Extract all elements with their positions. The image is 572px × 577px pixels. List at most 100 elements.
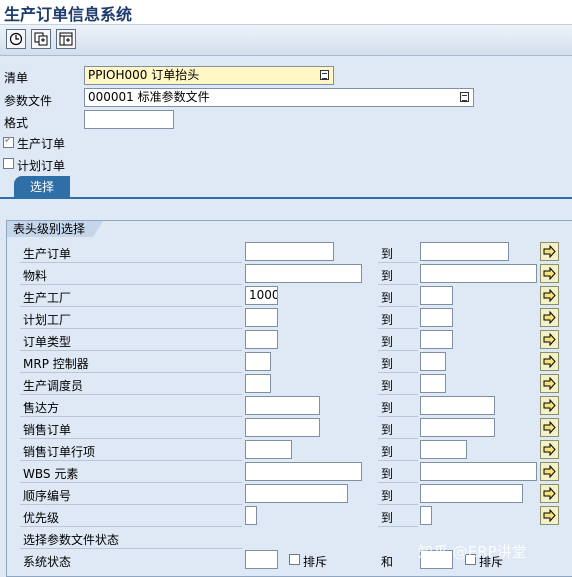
multiple-selection-arrow-icon[interactable]	[540, 242, 559, 261]
wbs-element-from-input[interactable]	[245, 462, 362, 481]
wbs-element-to-input[interactable]	[420, 462, 537, 481]
to-underline	[378, 482, 418, 483]
sales-order-to-input[interactable]	[420, 418, 495, 437]
multiple-selection-arrow-icon[interactable]	[540, 462, 559, 481]
window-title: 生产订单信息系统	[4, 5, 133, 24]
mrp-controller-to-input[interactable]	[420, 352, 446, 371]
selection-profile-status-input[interactable]	[245, 528, 340, 547]
row-label-material: 物料	[23, 269, 48, 283]
to-label: 到	[381, 511, 394, 525]
list-field[interactable]: PPIOH000 订单抬头	[84, 66, 334, 85]
mrp-controller-from-input[interactable]	[245, 352, 271, 371]
row-underline	[20, 372, 242, 373]
to-underline	[378, 460, 418, 461]
tab-selection[interactable]: 选择	[14, 176, 70, 198]
application-toolbar	[0, 25, 572, 56]
planned-order-checkbox-label: 计划订单	[17, 159, 66, 173]
row-label-production-order: 生产订单	[23, 247, 72, 261]
planning-plant-from-input[interactable]	[245, 308, 278, 327]
row-underline	[20, 504, 242, 505]
planning-plant-to-input[interactable]	[420, 308, 453, 327]
production-scheduler-from-input[interactable]	[245, 374, 271, 393]
value-help-icon[interactable]	[320, 70, 329, 80]
row-underline	[20, 526, 242, 527]
to-underline	[378, 416, 418, 417]
exclude-checkbox[interactable]	[289, 554, 300, 565]
multiple-selection-arrow-icon[interactable]	[540, 308, 559, 327]
group-title: 表头级别选择	[7, 221, 103, 237]
execute-icon[interactable]	[6, 29, 26, 49]
dynamic-selection-icon[interactable]	[56, 29, 76, 49]
to-underline	[378, 350, 418, 351]
row-underline	[20, 548, 242, 549]
to-label: 到	[381, 489, 394, 503]
row-label-production-scheduler: 生产调度员	[23, 379, 84, 393]
planned-order-checkbox[interactable]	[3, 158, 14, 169]
production-plant-to-input[interactable]	[420, 286, 453, 305]
multiple-selection-arrow-icon[interactable]	[540, 440, 559, 459]
to-label: 到	[381, 313, 394, 327]
sequence-number-to-input[interactable]	[420, 484, 523, 503]
and-label: 和	[381, 555, 394, 569]
watermark: 知乎 @ERP讲堂	[418, 543, 527, 561]
multiple-selection-arrow-icon[interactable]	[540, 418, 559, 437]
row-underline	[20, 482, 242, 483]
to-label: 到	[381, 269, 394, 283]
profile-value: 000001 标准参数文件	[88, 90, 210, 104]
production-scheduler-to-input[interactable]	[420, 374, 446, 393]
sales-order-item-from-input[interactable]	[245, 440, 292, 459]
row-underline	[20, 328, 242, 329]
to-underline	[378, 394, 418, 395]
multiple-selection-arrow-icon[interactable]	[540, 396, 559, 415]
to-label: 到	[381, 247, 394, 261]
to-label: 到	[381, 423, 394, 437]
multiple-selection-arrow-icon[interactable]	[540, 352, 559, 371]
sold-to-party-from-input[interactable]	[245, 396, 320, 415]
variant-icon[interactable]	[31, 29, 51, 49]
layout-field[interactable]	[84, 110, 174, 129]
layout-label: 格式	[4, 116, 29, 130]
multiple-selection-arrow-icon[interactable]	[540, 330, 559, 349]
title-bar: 生产订单信息系统	[0, 0, 572, 25]
priority-to-input[interactable]	[420, 506, 432, 525]
production-order-from-input[interactable]	[245, 242, 334, 261]
row-label-wbs-element: WBS 元素	[23, 467, 79, 481]
to-label: 到	[381, 357, 394, 371]
multiple-selection-arrow-icon[interactable]	[540, 506, 559, 525]
sales-order-from-input[interactable]	[245, 418, 320, 437]
profile-field[interactable]: 000001 标准参数文件	[84, 88, 474, 107]
sequence-number-from-input[interactable]	[245, 484, 348, 503]
row-label-order-type: 订单类型	[23, 335, 72, 349]
multiple-selection-arrow-icon[interactable]	[540, 484, 559, 503]
multiple-selection-arrow-icon[interactable]	[540, 264, 559, 283]
to-underline	[378, 306, 418, 307]
sold-to-party-to-input[interactable]	[420, 396, 495, 415]
order-type-to-input[interactable]	[420, 330, 453, 349]
value-help-icon[interactable]	[460, 92, 469, 102]
multiple-selection-arrow-icon[interactable]	[540, 286, 559, 305]
to-label: 到	[381, 467, 394, 481]
multiple-selection-arrow-icon[interactable]	[540, 374, 559, 393]
to-label: 到	[381, 401, 394, 415]
priority-from-input[interactable]	[245, 506, 257, 525]
to-underline	[378, 438, 418, 439]
list-value: PPIOH000 订单抬头	[88, 68, 200, 82]
row-underline	[20, 306, 242, 307]
sales-order-item-to-input[interactable]	[420, 440, 467, 459]
to-label: 到	[381, 379, 394, 393]
to-label: 到	[381, 335, 394, 349]
to-underline	[378, 504, 418, 505]
material-from-input[interactable]	[245, 264, 362, 283]
row-label-sales-order: 销售订单	[23, 423, 72, 437]
tab-selection-label: 选择	[29, 180, 54, 194]
material-to-input[interactable]	[420, 264, 537, 283]
production-order-checkbox[interactable]	[3, 135, 14, 148]
row-underline	[20, 350, 242, 351]
profile-label: 参数文件	[4, 94, 53, 108]
row-label-planning-plant: 计划工厂	[23, 313, 72, 327]
system-status-input[interactable]	[245, 550, 278, 569]
order-type-from-input[interactable]	[245, 330, 278, 349]
production-plant-from-input[interactable]: 1000	[245, 286, 278, 305]
to-label: 到	[381, 291, 394, 305]
production-order-to-input[interactable]	[420, 242, 509, 261]
